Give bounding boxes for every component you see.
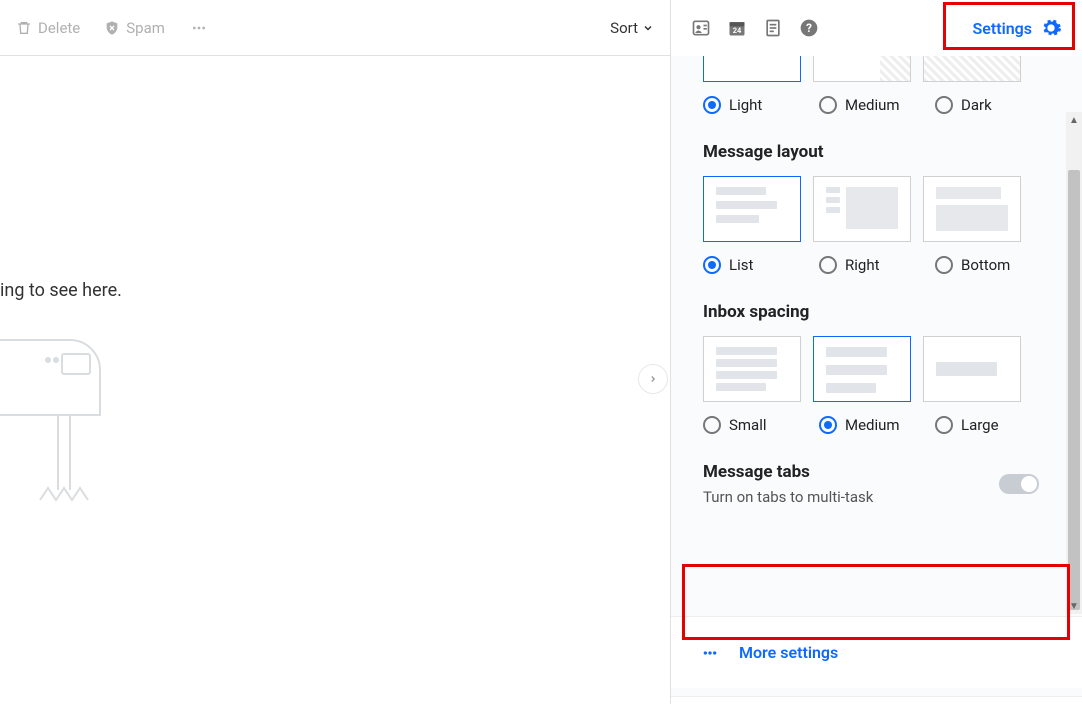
layout-preview-row (703, 176, 1039, 242)
spacing-preview-row (703, 336, 1039, 402)
theme-option-light[interactable]: Light (703, 96, 807, 114)
give-feedback-button[interactable]: Give feedback (671, 696, 1082, 704)
contacts-button[interactable] (683, 10, 719, 46)
shield-x-icon (104, 20, 120, 36)
tabs-title: Message tabs (703, 462, 873, 482)
spacing-option-small[interactable]: Small (703, 416, 807, 434)
calendar-button[interactable]: 24 (719, 10, 755, 46)
spam-label: Spam (126, 19, 165, 37)
theme-preview-medium[interactable] (813, 56, 911, 82)
notepad-icon (763, 18, 783, 38)
layout-preview-list[interactable] (703, 176, 801, 242)
settings-panel: 24 ? Settings Light Medium Dark (670, 0, 1082, 704)
scrollbar-down-button[interactable]: ▼ (1066, 598, 1082, 614)
notepad-button[interactable] (755, 10, 791, 46)
settings-scroll-body: Light Medium Dark Message layout List R (671, 56, 1082, 704)
panel-header: 24 ? Settings (671, 0, 1082, 56)
message-tabs-toggle[interactable] (999, 474, 1039, 494)
spacing-preview-small[interactable] (703, 336, 801, 402)
ellipsis-icon (189, 20, 209, 36)
theme-radio-row: Light Medium Dark (703, 96, 1039, 114)
layout-option-right[interactable]: Right (819, 256, 923, 274)
spacing-option-large[interactable]: Large (935, 416, 1039, 434)
contacts-icon (691, 18, 711, 38)
more-actions-button[interactable] (189, 20, 209, 36)
calendar-icon: 24 (727, 18, 747, 38)
radio-icon (819, 416, 837, 434)
more-settings-button[interactable]: More settings (671, 616, 1082, 688)
theme-preview-row (703, 56, 1039, 82)
chevron-right-icon (648, 374, 658, 384)
radio-icon (703, 96, 721, 114)
mail-list-pane: Delete Spam Sort ing to see here. (0, 0, 670, 704)
sort-label: Sort (610, 19, 638, 37)
theme-preview-dark[interactable] (923, 56, 1021, 82)
gear-icon (1040, 17, 1062, 39)
delete-label: Delete (38, 19, 80, 37)
spacing-radio-row: Small Medium Large (703, 416, 1039, 434)
theme-option-medium[interactable]: Medium (819, 96, 923, 114)
radio-icon (819, 96, 837, 114)
tabs-subtitle: Turn on tabs to multi-task (703, 488, 873, 506)
spacing-preview-large[interactable] (923, 336, 1021, 402)
radio-icon (819, 256, 837, 274)
radio-icon (935, 96, 953, 114)
trash-icon (16, 20, 32, 36)
radio-icon (935, 256, 953, 274)
help-icon: ? (799, 18, 819, 38)
layout-option-list[interactable]: List (703, 256, 807, 274)
mail-toolbar: Delete Spam Sort (0, 0, 670, 56)
more-settings-label: More settings (739, 643, 838, 662)
expand-reading-pane-button[interactable] (638, 364, 668, 394)
spam-button[interactable]: Spam (104, 19, 165, 37)
layout-preview-right[interactable] (813, 176, 911, 242)
spacing-option-medium[interactable]: Medium (819, 416, 923, 434)
message-tabs-row: Message tabs Turn on tabs to multi-task (703, 462, 1039, 506)
settings-label: Settings (972, 19, 1032, 38)
spacing-preview-medium[interactable] (813, 336, 911, 402)
help-button[interactable]: ? (791, 10, 827, 46)
layout-radio-row: List Right Bottom (703, 256, 1039, 274)
sort-button[interactable]: Sort (610, 19, 654, 37)
layout-option-bottom[interactable]: Bottom (935, 256, 1039, 274)
ellipsis-icon (699, 645, 721, 661)
delete-button[interactable]: Delete (16, 19, 80, 37)
settings-button[interactable]: Settings (964, 13, 1070, 43)
radio-icon (703, 256, 721, 274)
scrollbar-thumb[interactable] (1068, 170, 1080, 610)
theme-preview-light[interactable] (703, 56, 801, 82)
chevron-down-icon (642, 22, 654, 34)
mailbox-illustration-icon (0, 330, 140, 520)
radio-icon (703, 416, 721, 434)
radio-icon (935, 416, 953, 434)
theme-option-dark[interactable]: Dark (935, 96, 1039, 114)
spacing-section-title: Inbox spacing (703, 302, 1039, 322)
layout-preview-bottom[interactable] (923, 176, 1021, 242)
scrollbar-up-button[interactable]: ▲ (1066, 112, 1082, 128)
svg-text:24: 24 (733, 26, 742, 35)
layout-section-title: Message layout (703, 142, 1039, 162)
empty-state-text: ing to see here. (0, 280, 122, 301)
svg-text:?: ? (806, 21, 812, 35)
